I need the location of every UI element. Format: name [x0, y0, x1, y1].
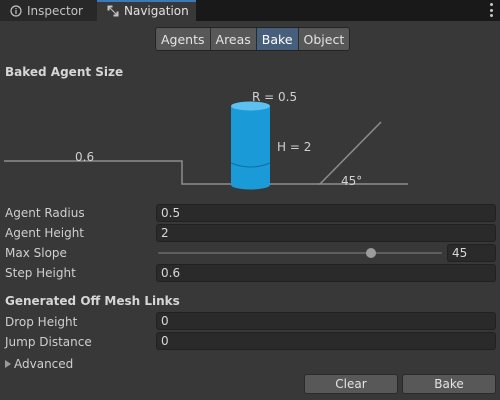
agent-cylinder [230, 101, 271, 190]
tab-navigation[interactable]: Navigation [97, 0, 196, 21]
step-height-label: Step Height [5, 266, 76, 280]
agent-radius-field[interactable]: 0.5 [156, 204, 496, 222]
max-slope-field[interactable]: 45 [447, 244, 496, 262]
window-tab-bar: Inspector Navigation [0, 0, 500, 21]
baked-agent-size-heading: Baked Agent Size [5, 65, 124, 79]
clear-button[interactable]: Clear [304, 374, 398, 394]
max-slope-slider-thumb[interactable] [366, 248, 376, 258]
slope-label: 45° [341, 174, 362, 188]
jump-distance-label: Jump Distance [5, 335, 92, 349]
drop-height-field[interactable]: 0 [156, 312, 496, 330]
drop-height-label: Drop Height [5, 315, 78, 329]
foldout-arrow-icon [5, 360, 11, 368]
bake-button[interactable]: Bake [402, 374, 496, 394]
height-label: H = 2 [277, 140, 311, 154]
navigation-mode-toolbar: Agents Areas Bake Object [155, 27, 351, 51]
step-label: 0.6 [75, 150, 94, 164]
radius-label: R = 0.5 [252, 90, 297, 104]
max-slope-label: Max Slope [5, 246, 67, 260]
max-slope-slider[interactable] [158, 252, 442, 254]
object-button[interactable]: Object [298, 28, 350, 50]
jump-distance-field[interactable]: 0 [156, 332, 496, 350]
tab-inspector-label: Inspector [27, 3, 83, 18]
tab-navigation-label: Navigation [124, 3, 189, 18]
more-options-icon[interactable] [488, 3, 494, 17]
agents-button[interactable]: Agents [156, 28, 211, 50]
navigation-icon [107, 5, 119, 17]
off-mesh-links-heading: Generated Off Mesh Links [5, 294, 180, 308]
agent-size-diagram: R = 0.5 H = 2 0.6 45° [4, 90, 408, 190]
bake-tab-button[interactable]: Bake [256, 28, 299, 50]
tab-inspector[interactable]: Inspector [0, 0, 97, 21]
areas-button[interactable]: Areas [210, 28, 257, 50]
info-icon [10, 4, 22, 17]
ground-line [4, 121, 382, 185]
agent-radius-label: Agent Radius [5, 206, 85, 220]
step-height-field[interactable]: 0.6 [156, 264, 496, 282]
advanced-foldout[interactable]: Advanced [5, 357, 73, 371]
agent-height-field[interactable]: 2 [156, 224, 496, 242]
agent-height-label: Agent Height [5, 226, 85, 240]
advanced-label: Advanced [14, 357, 74, 371]
